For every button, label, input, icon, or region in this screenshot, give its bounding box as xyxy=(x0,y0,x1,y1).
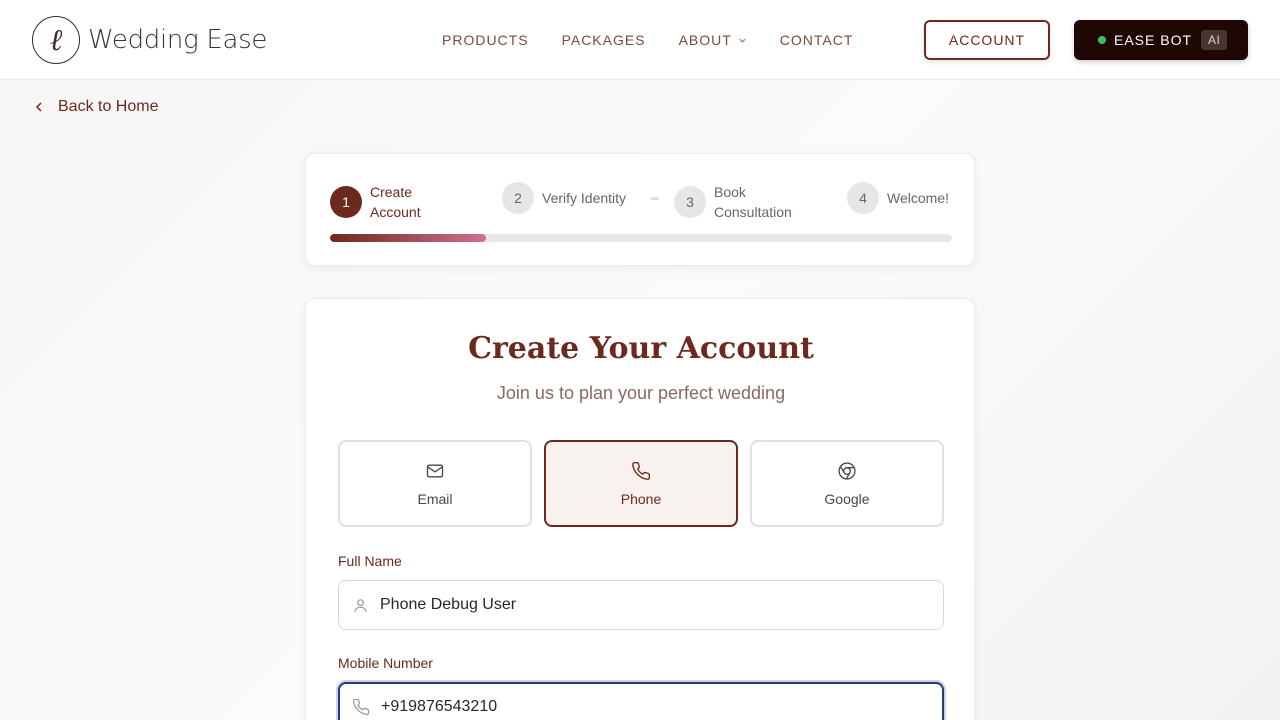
signup-method-google[interactable]: Google xyxy=(750,440,944,527)
mail-icon xyxy=(426,464,444,477)
step-number: 3 xyxy=(674,186,706,218)
step-label: Create Account xyxy=(370,184,421,220)
step-label: Welcome! xyxy=(887,190,949,206)
nav-about[interactable]: ABOUT xyxy=(679,32,747,48)
phone-icon xyxy=(632,461,651,480)
mobile-number-label: Mobile Number xyxy=(338,655,433,671)
logo-mark-icon: ℓ xyxy=(32,16,80,64)
phone-icon xyxy=(352,698,370,716)
step-welcome: 4 Welcome! xyxy=(847,182,967,214)
online-status-dot xyxy=(1098,36,1106,44)
nav-packages[interactable]: PACKAGES xyxy=(562,32,646,48)
form-title: Create Your Account xyxy=(468,331,814,366)
method-label: Phone xyxy=(620,490,662,507)
nav-about-label: ABOUT xyxy=(678,32,732,48)
full-name-label: Full Name xyxy=(338,553,402,569)
signup-form-card: Create Your Account Join us to plan your… xyxy=(305,298,975,720)
chevron-left-icon xyxy=(35,102,42,112)
form-subtitle: Join us to plan your perfect wedding xyxy=(496,383,786,403)
ai-badge: AI xyxy=(1201,30,1228,50)
nav-products[interactable]: PRODUCTS xyxy=(442,32,529,48)
back-to-home-link[interactable]: Back to Home xyxy=(34,98,158,116)
mobile-number-field[interactable]: +919876543210 xyxy=(338,682,944,720)
signup-method-email[interactable]: Email xyxy=(338,440,532,527)
progress-stepper: 1 Create Account 2 Verify Identity 3 Boo… xyxy=(305,153,975,266)
chrome-icon xyxy=(838,461,856,480)
site-header: ℓ Wedding Ease PRODUCTS PACKAGES ABOUT C… xyxy=(0,0,1280,80)
progress-fill xyxy=(330,234,486,242)
back-link-label: Back to Home xyxy=(58,98,159,115)
user-icon xyxy=(354,598,367,612)
chevron-down-icon xyxy=(739,38,746,43)
ease-bot-button[interactable]: EASE BOT AI xyxy=(1074,20,1248,60)
progress-bar xyxy=(330,234,952,242)
full-name-field[interactable]: Phone Debug User xyxy=(338,580,944,630)
method-label: Email xyxy=(417,490,453,507)
step-create-account: 1 Create Account xyxy=(330,182,440,222)
full-name-value: Phone Debug User xyxy=(380,596,517,613)
signup-method-phone[interactable]: Phone xyxy=(544,440,738,527)
main-nav: PRODUCTS PACKAGES ABOUT CONTACT xyxy=(442,0,886,80)
step-number: 4 xyxy=(847,182,879,214)
step-number: 1 xyxy=(330,186,362,218)
nav-contact[interactable]: CONTACT xyxy=(780,32,854,48)
step-book-consultation: 3 Book Consultation xyxy=(674,182,809,222)
step-connector xyxy=(651,197,659,200)
step-number: 2 xyxy=(502,182,534,214)
mobile-number-value: +919876543210 xyxy=(381,698,498,715)
brand-name: Wedding Ease xyxy=(88,25,268,55)
account-button[interactable]: ACCOUNT xyxy=(924,20,1050,60)
method-label: Google xyxy=(824,490,870,507)
step-verify-identity: 2 Verify Identity xyxy=(502,182,652,214)
ease-bot-label: EASE BOT xyxy=(1114,32,1193,48)
step-label: Verify Identity xyxy=(542,190,627,206)
step-label: Book Consultation xyxy=(714,184,792,220)
logo[interactable]: ℓ Wedding Ease xyxy=(32,16,267,64)
